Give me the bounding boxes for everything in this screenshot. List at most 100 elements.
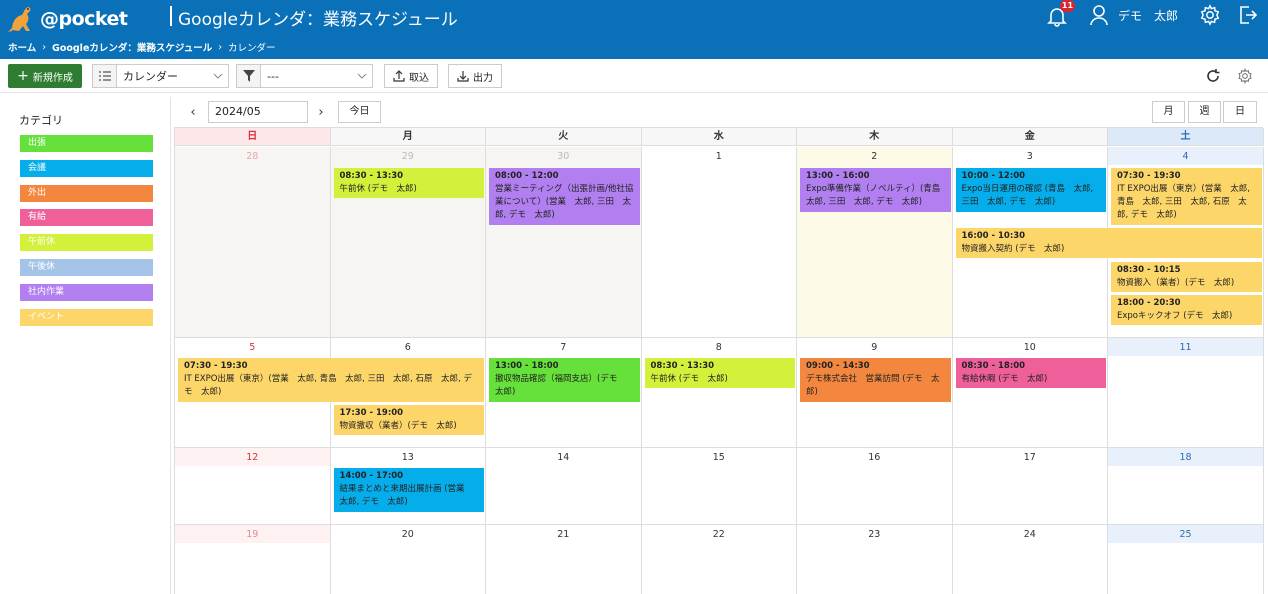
- refresh-icon[interactable]: [1205, 68, 1221, 84]
- download-icon: [457, 71, 469, 82]
- view-select-value: カレンダー: [123, 70, 178, 83]
- event-title: Expo準備作業（ノベルティ）(青島 太郎, 三田 太郎, デモ 太郎): [806, 184, 949, 207]
- day-cell[interactable]: 22: [641, 525, 797, 594]
- event-time: 07:30 - 19:30: [184, 361, 248, 371]
- view-select[interactable]: カレンダー: [92, 64, 229, 88]
- day-number: 25: [1108, 525, 1263, 543]
- category-item[interactable]: 社内作業: [20, 283, 153, 301]
- category-item[interactable]: 外出: [20, 184, 153, 202]
- category-item[interactable]: 午後休: [20, 259, 153, 276]
- import-button[interactable]: 取込: [384, 64, 438, 88]
- calendar-event[interactable]: 13:00 - 18:00 撤収物品確認（福岡支店）(デモ 太郎): [489, 358, 640, 402]
- day-cell[interactable]: 1: [641, 147, 797, 338]
- next-month-icon[interactable]: ›: [312, 103, 330, 121]
- filter-select[interactable]: ---: [236, 64, 373, 88]
- calendar-event[interactable]: 07:30 - 19:30 IT EXPO出展（東京）(営業 太郎, 青島 太郎,…: [1111, 168, 1262, 225]
- event-title: 午前休 (デモ 太郎): [339, 184, 417, 194]
- notification-badge: 11: [1060, 0, 1075, 12]
- toolbar: + 新規作成 カレンダー --- 取込 出力: [0, 59, 1268, 93]
- category-item[interactable]: 午前休: [20, 234, 153, 252]
- event-time: 09:00 - 14:30: [806, 361, 870, 371]
- day-cell[interactable]: 23: [797, 525, 953, 594]
- calendar-event[interactable]: 08:30 - 10:15 物資搬入（業者）(デモ 太郎): [1111, 262, 1262, 292]
- weekday-header: 土: [1108, 128, 1264, 146]
- event-time: 13:00 - 16:00: [806, 171, 870, 181]
- event-title: デモ株式会社 営業訪問 (デモ 太郎): [806, 374, 940, 397]
- category-item[interactable]: イベント: [20, 308, 153, 326]
- calendar-event[interactable]: 14:00 - 17:00 結果まとめと来期出展計画 (営業 太郎, デモ 太郎): [333, 468, 484, 512]
- calendar-event[interactable]: 18:00 - 20:30 Expoキックオフ (デモ 太郎): [1111, 295, 1262, 325]
- event-title: 物資搬入（業者）(デモ 太郎): [1117, 278, 1235, 288]
- day-cell[interactable]: 21: [486, 525, 642, 594]
- calendar-event[interactable]: 08:00 - 12:00 営業ミーティング（出張計画/他社協業について）(営業 …: [489, 168, 640, 225]
- day-number: 21: [557, 529, 570, 540]
- day-number: 13: [401, 452, 414, 463]
- day-cell[interactable]: 18: [1108, 448, 1264, 525]
- day-number: 22: [712, 529, 725, 540]
- calendar: ‹ 2024/05 › 今日 月 週 日 日月火水木金土 28 29 30 1 2 3 4 5 6…: [174, 97, 1264, 594]
- calendar-event[interactable]: 17:30 - 19:00 物資撤収（業者）(デモ 太郎): [333, 405, 484, 435]
- logout-icon[interactable]: [1238, 4, 1258, 26]
- weekday-header: 火: [486, 128, 642, 146]
- weekday-header: 月: [330, 128, 486, 146]
- weekday-header: 金: [952, 128, 1108, 146]
- app-logo[interactable]: @pocket: [6, 4, 128, 34]
- day-cell[interactable]: 8: [641, 338, 797, 448]
- day-number: 29: [401, 151, 414, 162]
- sidebar-title: カテゴリ: [19, 114, 63, 127]
- chevron-down-icon: [352, 73, 372, 79]
- calendar-settings-gear-icon[interactable]: [1237, 68, 1253, 84]
- weekday-header: 日: [175, 128, 331, 146]
- settings-gear-icon[interactable]: [1199, 4, 1221, 26]
- day-cell[interactable]: 11: [1108, 338, 1264, 448]
- day-cell[interactable]: 16: [797, 448, 953, 525]
- day-number: 16: [868, 452, 881, 463]
- event-title: 午前休 (デモ 太郎): [650, 374, 728, 384]
- calendar-event[interactable]: 16:00 - 10:30 物資搬入契約 (デモ 太郎): [955, 228, 1262, 258]
- event-title: 撤収物品確認（福岡支店）(デモ 太郎): [495, 374, 626, 397]
- day-number: 7: [560, 342, 567, 353]
- day-number: 24: [1023, 529, 1036, 540]
- calendar-event[interactable]: 08:30 - 13:30 午前休 (デモ 太郎): [333, 168, 484, 198]
- prev-month-icon[interactable]: ‹: [184, 103, 202, 121]
- calendar-event[interactable]: 08:30 - 18:00 有給休暇 (デモ 太郎): [955, 358, 1106, 388]
- day-number: 11: [1108, 338, 1263, 356]
- day-cell[interactable]: 19: [175, 525, 331, 594]
- month-view-button[interactable]: 月: [1152, 101, 1185, 123]
- app-header: @pocket Googleカレンダ：業務スケジュール 11 デモ 太郎 ホーム…: [0, 0, 1268, 59]
- calendar-event[interactable]: 09:00 - 14:30 デモ株式会社 営業訪問 (デモ 太郎): [800, 358, 951, 402]
- today-button[interactable]: 今日: [338, 101, 381, 123]
- user-icon[interactable]: [1089, 4, 1109, 26]
- day-cell[interactable]: 15: [641, 448, 797, 525]
- calendar-event[interactable]: 10:00 - 12:00 Expo当日運用の確認 (青島 太郎, 三田 太郎, …: [955, 168, 1106, 212]
- day-cell[interactable]: 28: [175, 147, 331, 338]
- day-cell[interactable]: 20: [330, 525, 486, 594]
- event-title: 物資撤収（業者）(デモ 太郎): [339, 421, 457, 431]
- month-input[interactable]: 2024/05: [208, 101, 308, 123]
- day-cell[interactable]: 14: [486, 448, 642, 525]
- day-cell[interactable]: 25: [1108, 525, 1264, 594]
- day-cell[interactable]: 17: [952, 448, 1108, 525]
- day-number: 30: [557, 151, 570, 162]
- calendar-event[interactable]: 07:30 - 19:30 IT EXPO出展（東京）(営業 太郎, 青島 太郎,…: [178, 358, 484, 402]
- day-cell[interactable]: 12: [175, 448, 331, 525]
- day-view-button[interactable]: 日: [1223, 101, 1257, 123]
- day-cell[interactable]: 24: [952, 525, 1108, 594]
- new-button[interactable]: + 新規作成: [8, 64, 82, 88]
- event-time: 08:30 - 10:15: [1117, 265, 1181, 275]
- export-button[interactable]: 出力: [448, 64, 502, 88]
- category-item[interactable]: 有給: [20, 209, 153, 227]
- calendar-event[interactable]: 13:00 - 16:00 Expo準備作業（ノベルティ）(青島 太郎, 三田 太…: [800, 168, 951, 212]
- breadcrumb-home[interactable]: ホーム: [8, 40, 36, 54]
- category-item[interactable]: 会議: [20, 159, 153, 177]
- sidebar-divider: [170, 97, 171, 594]
- week-view-button[interactable]: 週: [1188, 101, 1221, 123]
- month-grid: 日月火水木金土 28 29 30 1 2 3 4 5 6 7 8 9 10 11 12 13 14 15 16 17 18…: [174, 127, 1264, 594]
- day-cell[interactable]: 10: [952, 338, 1108, 448]
- calendar-event[interactable]: 08:30 - 13:30 午前休 (デモ 太郎): [644, 358, 795, 388]
- breadcrumb-parent[interactable]: Googleカレンダ：業務スケジュール: [52, 40, 212, 54]
- category-item[interactable]: 出張: [20, 135, 153, 152]
- title-separator: [170, 6, 172, 26]
- user-name[interactable]: デモ 太郎: [1118, 7, 1178, 24]
- event-time: 08:30 - 13:30: [650, 361, 715, 371]
